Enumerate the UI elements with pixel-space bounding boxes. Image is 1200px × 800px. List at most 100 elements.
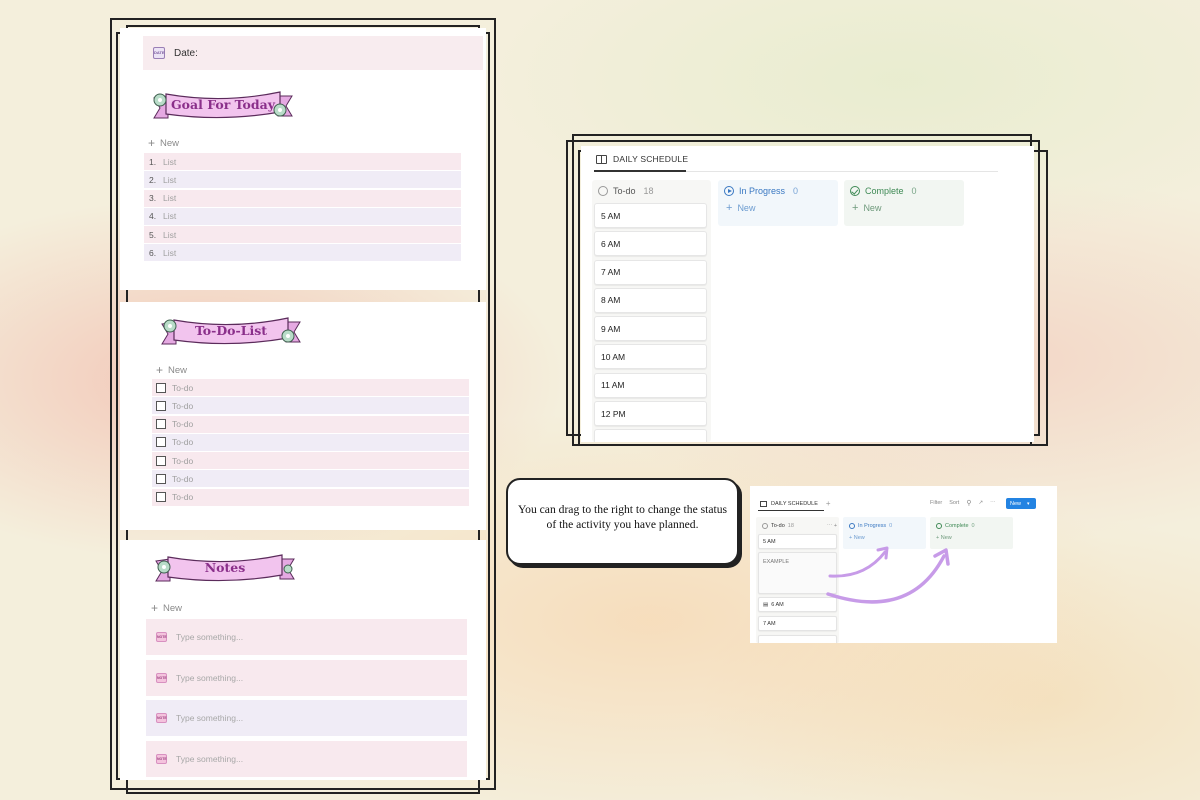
column-name: Complete [865,186,904,196]
inprogress-new-button[interactable]: + New [718,196,838,214]
todo-list: To-do To-do To-do To-do To-do To-do To-d… [152,379,469,507]
notes-new-label: New [163,602,183,614]
note-placeholder: Type something... [176,632,244,642]
note-block[interactable]: Type something... [146,619,467,655]
todo-item[interactable]: To-do [152,488,469,506]
inprogress-column: In Progress 0 + New [718,180,838,226]
complete-new-button[interactable]: + New [844,196,964,214]
drag-arrows-icon [826,546,950,604]
board-card[interactable]: 6 AM [594,231,707,257]
callout-text: You can drag to the right to change the … [517,503,728,531]
todo-new-label: New [168,364,188,376]
todo-new-button[interactable]: + New [156,363,187,377]
board-card-partial[interactable] [594,429,707,442]
todo-checkbox[interactable] [156,455,166,466]
todo-checkbox[interactable] [156,473,166,484]
goal-ribbon-heading: Goal For Today [148,88,298,124]
todo-checkbox[interactable] [156,492,166,503]
note-icon [156,673,167,683]
plus-icon: + [151,601,159,615]
date-label: Date: [174,47,198,59]
new-label: New [737,203,756,213]
list-text: List [163,247,177,258]
drag-demo-screenshot: DAILY SCHEDULE + Filter Sort ⚲ ↗ ⋯ New ▾… [750,486,1057,643]
note-placeholder: Type something... [176,713,244,723]
todo-checkbox[interactable] [156,400,166,411]
card-title: 9 AM [601,323,621,334]
plus-icon: + [852,202,859,214]
board-card[interactable]: 9 AM [594,316,707,342]
date-property[interactable]: Date: [143,36,483,70]
todo-checkbox[interactable] [156,419,166,430]
complete-column-header[interactable]: Complete 0 [844,180,964,196]
list-text: List [163,211,177,222]
goal-title: Goal For Today [171,97,275,112]
list-item[interactable]: 5. List [144,226,461,244]
board-card[interactable]: 10 AM [594,344,707,370]
complete-column: Complete 0 + New [844,180,964,226]
goal-new-button[interactable]: + New [148,136,179,150]
todo-item[interactable]: To-do [152,379,469,396]
schedule-tab[interactable]: DAILY SCHEDULE [596,154,688,164]
note-icon [156,754,167,764]
todo-text: To-do [172,382,194,393]
list-item[interactable]: 4. List [144,207,461,225]
todo-column: To-do 18 5 AM 6 AM 7 AM 8 AM 9 AM 10 AM … [592,180,711,442]
column-name: To-do [613,186,636,196]
plus-icon: + [726,202,733,214]
list-number: 1. [149,156,157,167]
note-icon [156,632,167,642]
board-card[interactable]: 8 AM [594,287,707,313]
card-title: 7 AM [601,267,621,278]
inprogress-column-header[interactable]: In Progress 0 [718,180,838,196]
list-item[interactable]: 6. List [144,244,461,262]
todo-item[interactable]: To-do [152,433,469,451]
in-progress-icon [724,186,734,196]
tab-divider [686,171,998,172]
list-number: 2. [149,174,157,185]
todo-text: To-do [172,400,194,411]
note-block[interactable]: Type something... [146,700,467,736]
card-title: 6 AM [601,238,621,249]
todo-column-header[interactable]: To-do 18 [592,180,711,196]
board-card[interactable]: 12 PM [594,401,707,427]
board-card[interactable]: 11 AM [594,372,707,398]
todo-item[interactable]: To-do [152,470,469,488]
list-item[interactable]: 3. List [144,189,461,207]
note-placeholder: Type something... [176,754,244,764]
list-item[interactable]: 1. List [144,153,461,170]
board-card[interactable]: 5 AM [594,203,707,228]
notes-title: Notes [204,560,246,575]
column-count: 0 [911,186,917,196]
todo-item[interactable]: To-do [152,415,469,433]
new-label: New [863,203,882,213]
goal-new-label: New [160,137,180,149]
column-count: 0 [793,186,799,196]
todo-text: To-do [172,492,194,503]
notes-ribbon-heading: Notes [150,551,300,587]
board-card[interactable]: 7 AM [594,259,707,285]
note-block[interactable]: Type something... [146,741,467,777]
calendar-icon [153,47,165,59]
plus-icon: + [156,363,164,377]
list-item[interactable]: 2. List [144,171,461,189]
goal-list: 1. List 2. List 3. List 4. List 5. List 6. Lis… [144,153,461,263]
note-block[interactable]: Type something... [146,660,467,696]
todo-text: To-do [172,437,194,448]
notes-new-button[interactable]: + New [151,601,182,615]
plus-icon: + [148,136,156,150]
card-title: 8 AM [601,295,621,306]
instruction-callout: You can drag to the right to change the … [506,478,739,565]
list-number: 3. [149,193,157,204]
todo-item[interactable]: To-do [152,397,469,415]
status-circle-icon [598,186,608,196]
card-title: 11 AM [601,380,625,391]
note-placeholder: Type something... [176,673,244,683]
todo-checkbox[interactable] [156,437,166,448]
complete-check-icon [850,186,860,196]
todo-item[interactable]: To-do [152,452,469,470]
todo-checkbox[interactable] [156,382,166,393]
column-name: In Progress [739,186,786,196]
card-title: 10 AM [601,351,626,362]
tab-underline [594,170,686,172]
